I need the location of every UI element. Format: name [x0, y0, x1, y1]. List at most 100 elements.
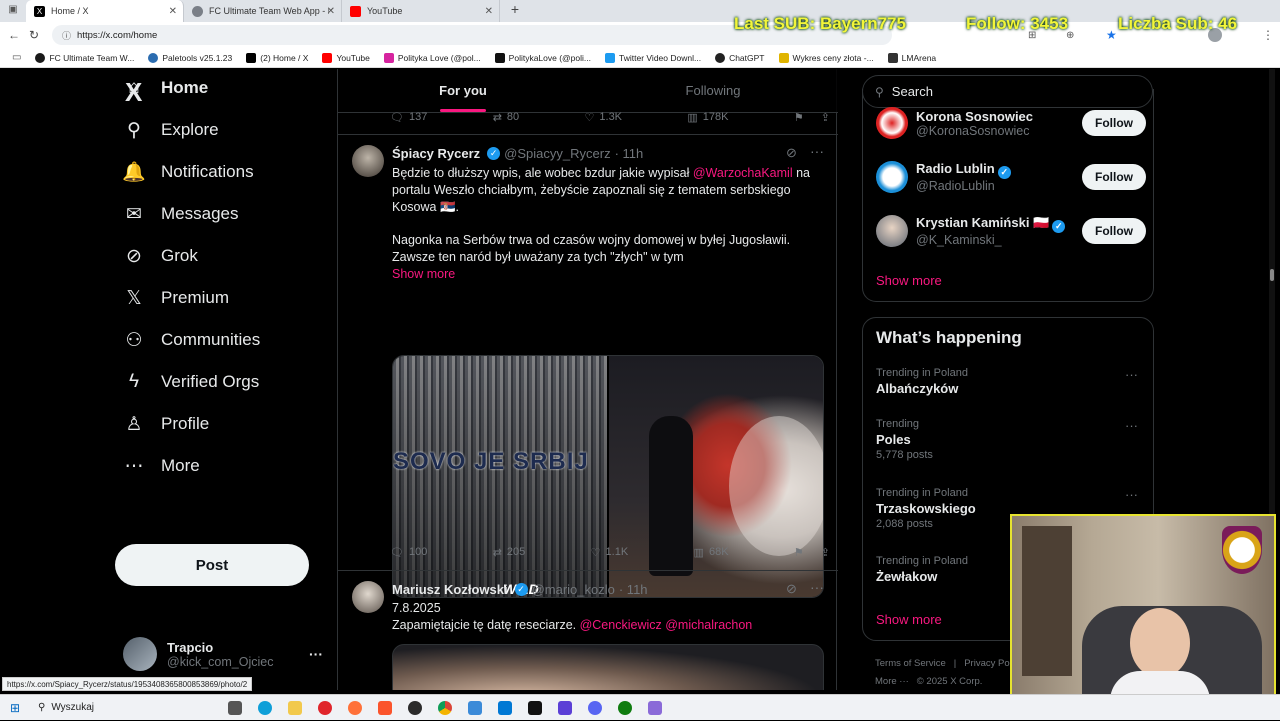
tab-for-you[interactable]: For you	[338, 69, 588, 112]
browser-tab-home-x[interactable]: X Home / X ✕	[26, 0, 184, 22]
reload-icon[interactable]: ↻	[24, 28, 44, 42]
bookmark-item[interactable]: ChatGPT	[715, 52, 765, 63]
obs-icon[interactable]	[400, 695, 430, 721]
post-button[interactable]: Post	[115, 544, 309, 586]
nav-item-explore[interactable]: ⚲ Explore	[123, 112, 219, 148]
footer-more-link[interactable]: More ···	[875, 676, 909, 687]
taskbar-search[interactable]: ⚲ Wyszukaj	[30, 698, 220, 718]
nav-item-profile[interactable]: ♙ Profile	[123, 406, 209, 442]
bookmark-icon[interactable]: ⚑	[794, 546, 804, 559]
terms-link[interactable]: Terms of Service	[875, 658, 946, 669]
author-handle[interactable]: @Spiacyy_Rycerz	[504, 146, 610, 161]
vscode-icon[interactable]	[490, 695, 520, 721]
like-button[interactable]: ♡ 1.3K	[585, 111, 623, 124]
bookmark-item[interactable]: Wykres ceny złota -...	[778, 52, 874, 63]
follow-suggestion[interactable]: Radio Lublin ✓ @RadioLublin Follow	[876, 157, 1146, 197]
nav-item-verified-orgs[interactable]: ϟ Verified Orgs	[123, 364, 259, 400]
author-name[interactable]: Śpiacy Rycerz	[392, 146, 480, 161]
bookmark-item[interactable]: Paletools v25.1.23	[148, 52, 232, 63]
new-tab-button[interactable]: +	[500, 0, 530, 22]
tweet-media[interactable]: SOVO JE SRBIJ WILD	[392, 355, 824, 598]
firefox-icon[interactable]	[340, 695, 370, 721]
tweet-media[interactable]	[392, 644, 824, 690]
share-icon[interactable]: ⇪	[821, 546, 830, 559]
browser-tab-fc-ultimate[interactable]: FC Ultimate Team Web App - EA S ✕	[184, 0, 342, 22]
grok-icon[interactable]: ⊘	[786, 581, 797, 597]
mention-link[interactable]: @WarzochaKamil	[693, 166, 793, 180]
nav-item-messages[interactable]: ✉ Messages	[123, 196, 238, 232]
like-button[interactable]: ♡ 1.1K	[591, 546, 629, 559]
media-photo-2[interactable]	[609, 356, 823, 597]
reply-button[interactable]: 🗨 100	[390, 546, 427, 559]
discord-icon[interactable]	[580, 695, 610, 721]
avatar[interactable]	[352, 145, 384, 177]
reading-list-icon[interactable]: ▭	[12, 52, 21, 63]
close-tab-icon[interactable]: ✕	[485, 6, 493, 17]
bookmark-item[interactable]: LMArena	[887, 52, 936, 63]
xbox-icon[interactable]	[610, 695, 640, 721]
bookmark-item[interactable]: Twitter Video Downl...	[605, 52, 701, 63]
trend-more-icon[interactable]: ···	[1125, 367, 1138, 382]
more-options-icon[interactable]: ···	[810, 143, 824, 159]
trend-more-icon[interactable]: ···	[1125, 487, 1138, 502]
follow-button[interactable]: Follow	[1082, 218, 1146, 244]
show-more-link[interactable]: Show more	[392, 266, 455, 283]
views-button[interactable]: ▥ 178K	[687, 111, 728, 124]
account-more-icon[interactable]: ···	[309, 646, 323, 662]
bookmark-item[interactable]: PolitykaLove (@poli...	[494, 52, 591, 63]
grok-icon[interactable]: ⊘	[786, 145, 797, 161]
avatar[interactable]	[352, 581, 384, 613]
follow-button[interactable]: Follow	[1082, 164, 1146, 190]
tweet-time[interactable]: · 11h	[615, 146, 644, 161]
nav-item-premium[interactable]: 𝕏 Premium	[123, 280, 229, 316]
reply-button[interactable]: 🗨 137	[390, 111, 427, 124]
bookmark-star-icon[interactable]: ★	[1106, 28, 1117, 42]
views-button[interactable]: ▥ 68K	[694, 546, 729, 559]
nav-item-notifications[interactable]: 🔔 Notifications	[122, 154, 253, 190]
media-photo-1[interactable]: SOVO JE SRBIJ WILD	[393, 356, 607, 597]
brave-icon[interactable]	[370, 695, 400, 721]
trend-item[interactable]: Trending in Poland Albańczyków ···	[876, 367, 1146, 396]
bookmark-item[interactable]: (2) Home / X	[246, 52, 308, 63]
mention-link[interactable]: @Cenckiewicz @michalrachon	[580, 618, 753, 632]
more-options-icon[interactable]: ···	[810, 579, 824, 595]
bookmark-icon[interactable]: ⚑	[794, 111, 804, 124]
windows-start-icon[interactable]: ⊞	[0, 695, 30, 721]
task-view-icon[interactable]	[220, 695, 250, 721]
tab-actions-icon[interactable]: ▣	[0, 0, 26, 22]
edge-icon[interactable]	[250, 695, 280, 721]
follow-suggestion[interactable]: Korona Sosnowiec @KoronaSosnowiec Follow	[876, 103, 1146, 143]
show-more-link[interactable]: Show more	[876, 273, 942, 288]
repost-button[interactable]: ⇄ 205	[493, 546, 526, 559]
menu-icon[interactable]: ⋮	[1262, 28, 1274, 42]
share-icon[interactable]: ⇪	[821, 111, 830, 124]
tweet-time[interactable]: · 11h	[619, 582, 648, 597]
nav-item-communities[interactable]: ⚇ Communities	[123, 322, 260, 358]
site-info-icon[interactable]: ⓘ	[62, 29, 71, 42]
tab-following[interactable]: Following	[588, 69, 838, 112]
bookmark-item[interactable]: Polityka Love (@pol...	[383, 52, 481, 63]
bookmark-item[interactable]: YouTube	[322, 52, 370, 63]
chrome-icon[interactable]	[430, 695, 460, 721]
trend-more-icon[interactable]: ···	[1125, 418, 1138, 433]
browser-tab-youtube[interactable]: YouTube ✕	[342, 0, 500, 22]
follow-suggestion[interactable]: Krystian Kamiński 🇵🇱 ✓ @K_Kaminski_ Follow	[876, 211, 1146, 251]
extra-app-icon[interactable]	[640, 695, 670, 721]
tweet-spiacy-rycerz[interactable]: Śpiacy Rycerz ✓ @Spiacyy_Rycerz · 11h ⊘ …	[338, 135, 838, 598]
media-app-icon[interactable]	[550, 695, 580, 721]
author-handle[interactable]: @mario_kozlo	[532, 582, 615, 597]
follow-button[interactable]: Follow	[1082, 110, 1146, 136]
trend-item[interactable]: Trending Poles 5,778 posts ···	[876, 418, 1146, 461]
nav-item-grok[interactable]: ⊘ Grok	[123, 238, 198, 274]
close-tab-icon[interactable]: ✕	[169, 6, 177, 17]
nav-item-home[interactable]: ⌂ Home	[123, 70, 208, 106]
tiktok-icon[interactable]	[520, 695, 550, 721]
author-name[interactable]: Mariusz Kozłowski	[392, 582, 508, 597]
trends-show-more-link[interactable]: Show more	[876, 612, 942, 627]
bookmark-item[interactable]: FC Ultimate Team W...	[35, 52, 134, 63]
tweet-mariusz-kozlowski[interactable]: Mariusz Kozłowski ✓ @mario_kozlo · 11h ⊘…	[338, 571, 838, 690]
app-icon[interactable]	[460, 695, 490, 721]
file-explorer-icon[interactable]	[280, 695, 310, 721]
close-tab-icon[interactable]: ✕	[327, 6, 335, 17]
scrollbar-thumb[interactable]	[1270, 269, 1274, 281]
